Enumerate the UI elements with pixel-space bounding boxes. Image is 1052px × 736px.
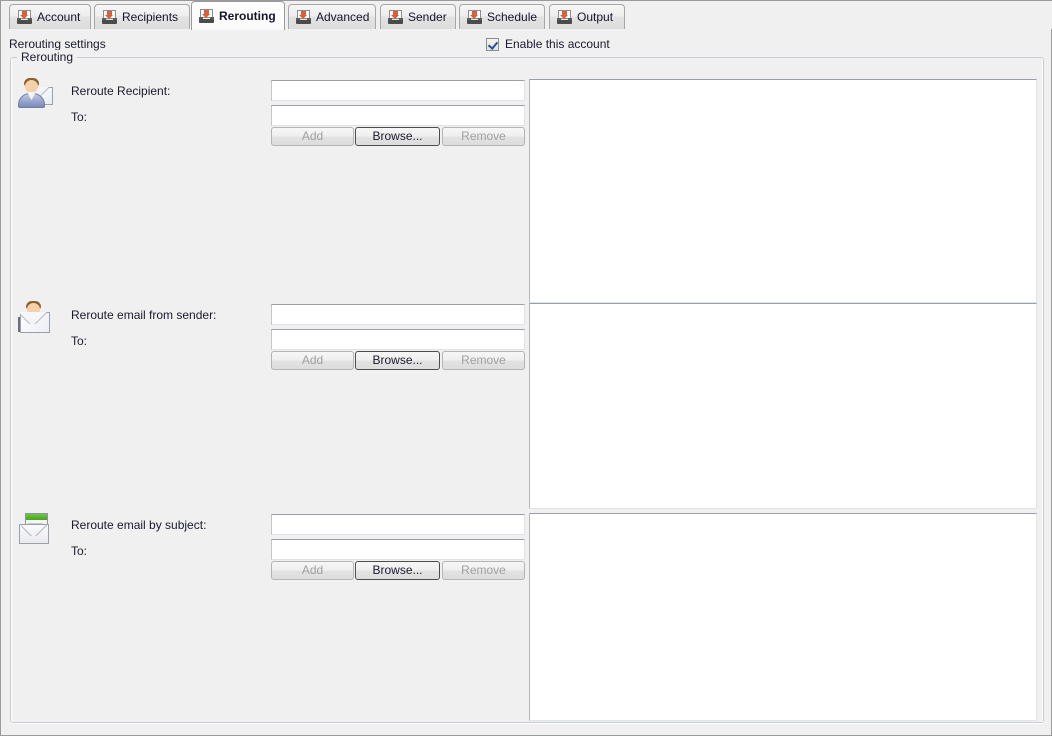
- reroute-from-sender-label: Reroute email from sender:: [71, 308, 217, 322]
- tab-advanced[interactable]: Advanced: [288, 4, 376, 29]
- tab-label: Advanced: [316, 10, 370, 24]
- reroute-recipient-to-input[interactable]: [271, 105, 525, 126]
- reroute-recipient-browse-button[interactable]: Browse...: [355, 127, 440, 146]
- tab-label: Recipients: [122, 10, 179, 24]
- tab-output[interactable]: Output: [549, 4, 625, 29]
- reroute-recipient-input[interactable]: [271, 80, 525, 101]
- reroute-by-subject-label: Reroute email by subject:: [71, 518, 207, 532]
- reroute-by-subject-to-label: To:: [71, 544, 88, 558]
- reroute-recipient-remove-button[interactable]: Remove: [442, 127, 525, 146]
- reroute-from-sender-to-input[interactable]: [271, 329, 525, 350]
- reroute-by-subject-browse-button[interactable]: Browse...: [355, 561, 440, 580]
- user-with-envelope-icon: [15, 77, 55, 115]
- reroute-by-subject-input[interactable]: [271, 514, 525, 535]
- inbox-tray-icon: [388, 10, 403, 24]
- section-reroute-by-subject: Reroute email by subject: To: Add Browse…: [1, 1, 1037, 721]
- reroute-from-sender-list[interactable]: [529, 303, 1037, 509]
- reroute-by-subject-list[interactable]: [529, 513, 1037, 721]
- tab-label: Account: [37, 10, 81, 24]
- reroute-from-sender-browse-button[interactable]: Browse...: [355, 351, 440, 370]
- enable-account-label: Enable this account: [505, 37, 610, 51]
- reroute-from-sender-input[interactable]: [271, 304, 525, 325]
- rerouting-groupbox-legend: Rerouting: [17, 50, 78, 64]
- inbox-tray-icon: [102, 10, 117, 24]
- reroute-recipient-label: Reroute Recipient:: [71, 84, 171, 98]
- reroute-from-sender-add-button[interactable]: Add: [271, 351, 354, 370]
- inbox-tray-icon: [467, 10, 482, 24]
- tab-label: Rerouting: [219, 9, 276, 23]
- reroute-from-sender-to-label: To:: [71, 334, 88, 348]
- envelope-with-sender-icon: [15, 301, 55, 339]
- reroute-by-subject-to-input[interactable]: [271, 539, 525, 560]
- reroute-recipient-list[interactable]: [529, 79, 1037, 303]
- tab-label: Output: [577, 10, 614, 24]
- tab-schedule[interactable]: Schedule: [459, 4, 545, 29]
- enable-account-checkbox[interactable]: [486, 37, 499, 51]
- tab-strip: Account Recipients Rerouting Advanced Se…: [1, 1, 1052, 30]
- tab-recipients[interactable]: Recipients: [94, 4, 190, 29]
- reroute-from-sender-remove-button[interactable]: Remove: [442, 351, 525, 370]
- tab-label: Sender: [408, 10, 447, 24]
- reroute-recipient-add-button[interactable]: Add: [271, 127, 354, 146]
- tab-sender[interactable]: Sender: [380, 4, 456, 29]
- rerouting-settings-window: Account Recipients Rerouting Advanced Se…: [0, 0, 1052, 736]
- tab-rerouting[interactable]: Rerouting: [191, 1, 285, 30]
- open-envelope-with-letter-icon: [15, 511, 55, 549]
- reroute-by-subject-remove-button[interactable]: Remove: [442, 561, 525, 580]
- reroute-recipient-to-label: To:: [71, 110, 88, 124]
- reroute-by-subject-add-button[interactable]: Add: [271, 561, 354, 580]
- inbox-tray-icon: [296, 10, 311, 24]
- inbox-tray-icon: [199, 9, 214, 23]
- inbox-tray-icon: [557, 10, 572, 24]
- page-title: Rerouting settings: [9, 37, 106, 51]
- tab-label: Schedule: [487, 10, 538, 24]
- enable-account-checkbox-row[interactable]: Enable this account: [486, 36, 610, 52]
